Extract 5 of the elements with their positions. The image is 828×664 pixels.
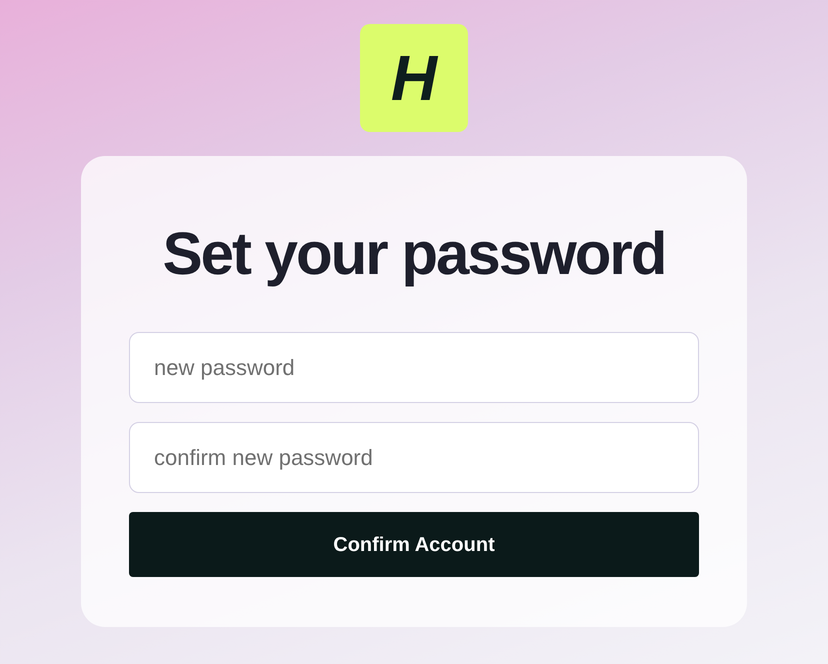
password-field[interactable]: new password: [129, 332, 699, 403]
confirm-account-button[interactable]: Confirm Account: [129, 512, 699, 577]
logo: H: [360, 24, 468, 132]
password-field[interactable]: confirm new password: [129, 422, 699, 493]
page-title: Set your password: [162, 219, 666, 289]
